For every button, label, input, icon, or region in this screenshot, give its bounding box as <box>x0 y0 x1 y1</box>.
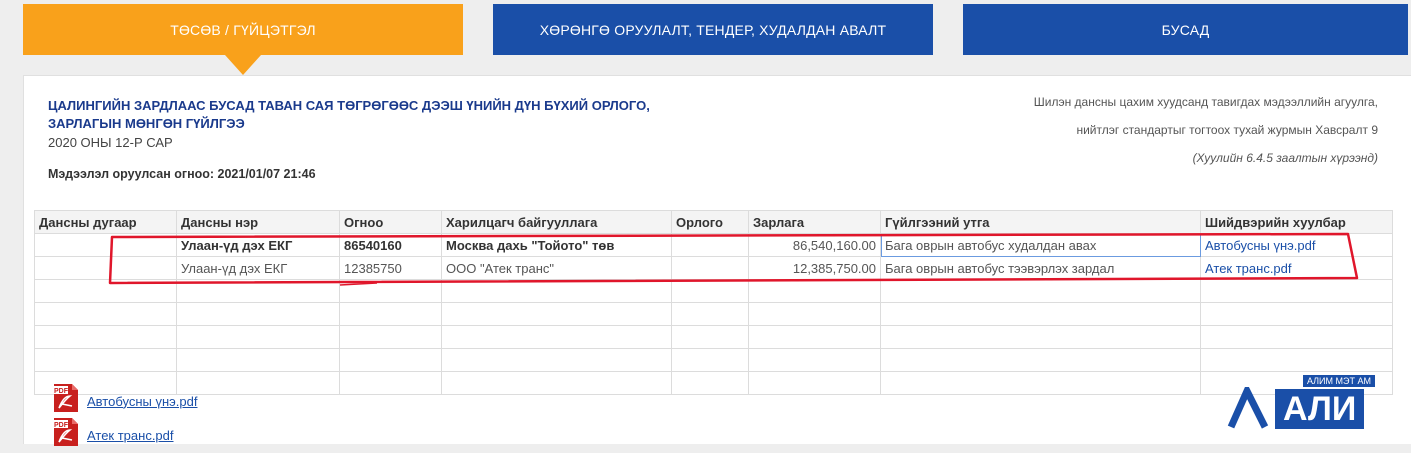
attachment-item[interactable]: PDF Автобусны үнэ.pdf <box>50 382 197 414</box>
watermark-text: АЛИ <box>1275 389 1365 429</box>
svg-text:PDF: PDF <box>54 422 69 429</box>
attachment-link[interactable]: Атек транс.pdf <box>87 428 174 443</box>
pdf-icon: PDF <box>50 416 82 448</box>
highlight-annotation <box>108 232 1359 286</box>
watermark-mark-icon <box>1227 387 1269 429</box>
attachment-link[interactable]: Автобусны үнэ.pdf <box>87 394 197 409</box>
svg-text:PDF: PDF <box>54 388 69 395</box>
attachment-item[interactable]: PDF Атек транс.pdf <box>50 416 174 448</box>
watermark-tagline: АЛИМ МЭТ АМ <box>1302 375 1375 387</box>
watermark-logo: АЛИМ МЭТ АМ АЛИ <box>1225 375 1385 443</box>
pdf-icon: PDF <box>50 382 82 414</box>
